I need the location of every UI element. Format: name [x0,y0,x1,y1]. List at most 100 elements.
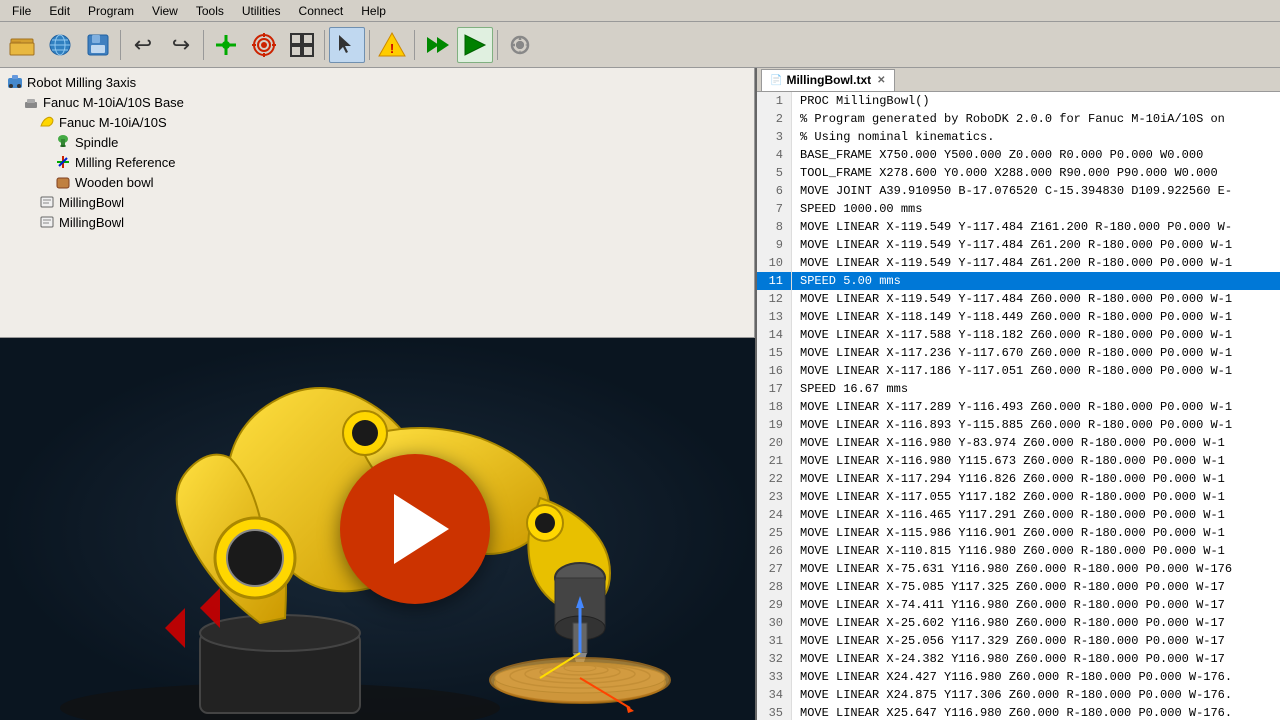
menu-connect[interactable]: Connect [291,3,352,19]
line-number-35: 35 [757,704,792,720]
code-line-8[interactable]: 8MOVE LINEAR X-119.549 Y-117.484 Z161.20… [757,218,1280,236]
globe-btn[interactable] [42,27,78,63]
code-line-21[interactable]: 21MOVE LINEAR X-116.980 Y115.673 Z60.000… [757,452,1280,470]
tab-bar: 📄 MillingBowl.txt ✕ [757,68,1280,92]
line-content-4: BASE_FRAME X750.000 Y500.000 Z0.000 R0.0… [792,146,1203,164]
menu-edit[interactable]: Edit [41,3,78,19]
line-content-22: MOVE LINEAR X-117.294 Y116.826 Z60.000 R… [792,470,1225,488]
code-line-33[interactable]: 33MOVE LINEAR X24.427 Y116.980 Z60.000 R… [757,668,1280,686]
code-line-12[interactable]: 12MOVE LINEAR X-119.549 Y-117.484 Z60.00… [757,290,1280,308]
code-line-26[interactable]: 26MOVE LINEAR X-110.815 Y116.980 Z60.000… [757,542,1280,560]
line-content-26: MOVE LINEAR X-110.815 Y116.980 Z60.000 R… [792,542,1225,560]
select-btn[interactable] [329,27,365,63]
sep-4 [369,30,370,60]
run-btn[interactable] [457,27,493,63]
left-panel: Robot Milling 3axis Fanuc M-10iA/10S Bas… [0,68,755,720]
tree-item-wooden-bowl[interactable]: Wooden bowl [4,172,750,192]
menu-view[interactable]: View [144,3,186,19]
milling-ref-icon [54,153,72,171]
code-line-23[interactable]: 23MOVE LINEAR X-117.055 Y117.182 Z60.000… [757,488,1280,506]
code-line-10[interactable]: 10MOVE LINEAR X-119.549 Y-117.484 Z61.20… [757,254,1280,272]
code-line-5[interactable]: 5TOOL_FRAME X278.600 Y0.000 X288.000 R90… [757,164,1280,182]
code-line-30[interactable]: 30MOVE LINEAR X-25.602 Y116.980 Z60.000 … [757,614,1280,632]
redo-btn[interactable]: ↪ [163,27,199,63]
code-line-35[interactable]: 35MOVE LINEAR X25.647 Y116.980 Z60.000 R… [757,704,1280,720]
tree-label-milling-ref: Milling Reference [75,155,175,170]
code-line-16[interactable]: 16MOVE LINEAR X-117.186 Y-117.051 Z60.00… [757,362,1280,380]
code-line-13[interactable]: 13MOVE LINEAR X-118.149 Y-118.449 Z60.00… [757,308,1280,326]
code-line-24[interactable]: 24MOVE LINEAR X-116.465 Y117.291 Z60.000… [757,506,1280,524]
code-line-20[interactable]: 20MOVE LINEAR X-116.980 Y-83.974 Z60.000… [757,434,1280,452]
line-content-18: MOVE LINEAR X-117.289 Y-116.493 Z60.000 … [792,398,1232,416]
undo-btn[interactable]: ↩ [125,27,161,63]
line-content-23: MOVE LINEAR X-117.055 Y117.182 Z60.000 R… [792,488,1225,506]
save-btn[interactable] [80,27,116,63]
line-content-3: % Using nominal kinematics. [792,128,994,146]
code-line-25[interactable]: 25MOVE LINEAR X-115.986 Y116.901 Z60.000… [757,524,1280,542]
code-line-17[interactable]: 17SPEED 16.67 mms [757,380,1280,398]
open-folder-btn[interactable] [4,27,40,63]
tree-item-millingbowl1[interactable]: MillingBowl [4,192,750,212]
line-content-32: MOVE LINEAR X-24.382 Y116.980 Z60.000 R-… [792,650,1225,668]
stop-btn[interactable]: ! [374,27,410,63]
menu-utilities[interactable]: Utilities [234,3,289,19]
menu-file[interactable]: File [4,3,39,19]
line-content-8: MOVE LINEAR X-119.549 Y-117.484 Z161.200… [792,218,1232,236]
fit-btn[interactable] [284,27,320,63]
code-line-27[interactable]: 27MOVE LINEAR X-75.631 Y116.980 Z60.000 … [757,560,1280,578]
settings-btn[interactable] [502,27,538,63]
code-tab[interactable]: 📄 MillingBowl.txt ✕ [761,69,895,91]
line-number-7: 7 [757,200,792,218]
code-line-7[interactable]: 7SPEED 1000.00 mms [757,200,1280,218]
line-content-17: SPEED 16.67 mms [792,380,908,398]
code-line-19[interactable]: 19MOVE LINEAR X-116.893 Y-115.885 Z60.00… [757,416,1280,434]
tree-item-fanuc-robot[interactable]: Fanuc M-10iA/10S [4,112,750,132]
tree-item-fanuc-base[interactable]: Fanuc M-10iA/10S Base [4,92,750,112]
sep-1 [120,30,121,60]
viewport-3d [0,338,755,720]
code-line-29[interactable]: 29MOVE LINEAR X-74.411 Y116.980 Z60.000 … [757,596,1280,614]
tab-file-icon: 📄 [770,75,782,86]
tab-close-btn[interactable]: ✕ [877,75,885,86]
menu-program[interactable]: Program [80,3,142,19]
code-line-9[interactable]: 9MOVE LINEAR X-119.549 Y-117.484 Z61.200… [757,236,1280,254]
code-line-28[interactable]: 28MOVE LINEAR X-75.085 Y117.325 Z60.000 … [757,578,1280,596]
line-content-28: MOVE LINEAR X-75.085 Y117.325 Z60.000 R-… [792,578,1225,596]
line-content-6: MOVE JOINT A39.910950 B-17.076520 C-15.3… [792,182,1232,200]
code-line-3[interactable]: 3% Using nominal kinematics. [757,128,1280,146]
code-line-1[interactable]: 1PROC MillingBowl() [757,92,1280,110]
tree-label-spindle: Spindle [75,135,118,150]
code-line-11[interactable]: 11SPEED 5.00 mms [757,272,1280,290]
tree-item-millingbowl2[interactable]: MillingBowl [4,212,750,232]
tree-item-spindle[interactable]: Spindle [4,132,750,152]
code-line-31[interactable]: 31MOVE LINEAR X-25.056 Y117.329 Z60.000 … [757,632,1280,650]
line-number-17: 17 [757,380,792,398]
code-line-2[interactable]: 2% Program generated by RoboDK 2.0.0 for… [757,110,1280,128]
line-content-33: MOVE LINEAR X24.427 Y116.980 Z60.000 R-1… [792,668,1232,686]
play-all-btn[interactable] [419,27,455,63]
code-line-32[interactable]: 32MOVE LINEAR X-24.382 Y116.980 Z60.000 … [757,650,1280,668]
line-number-19: 19 [757,416,792,434]
tree-item-robot-milling[interactable]: Robot Milling 3axis [4,72,750,92]
add-point-btn[interactable] [208,27,244,63]
tree-item-milling-ref[interactable]: Milling Reference [4,152,750,172]
line-number-34: 34 [757,686,792,704]
code-line-34[interactable]: 34MOVE LINEAR X24.875 Y117.306 Z60.000 R… [757,686,1280,704]
line-content-11: SPEED 5.00 mms [792,272,901,290]
play-button[interactable] [340,454,490,604]
menu-help[interactable]: Help [353,3,394,19]
line-content-1: PROC MillingBowl() [792,92,930,110]
code-line-22[interactable]: 22MOVE LINEAR X-117.294 Y116.826 Z60.000… [757,470,1280,488]
line-number-21: 21 [757,452,792,470]
target-btn[interactable] [246,27,282,63]
code-line-14[interactable]: 14MOVE LINEAR X-117.588 Y-118.182 Z60.00… [757,326,1280,344]
code-area[interactable]: 1PROC MillingBowl()2% Program generated … [757,92,1280,720]
code-line-18[interactable]: 18MOVE LINEAR X-117.289 Y-116.493 Z60.00… [757,398,1280,416]
line-content-7: SPEED 1000.00 mms [792,200,922,218]
code-line-6[interactable]: 6MOVE JOINT A39.910950 B-17.076520 C-15.… [757,182,1280,200]
menu-tools[interactable]: Tools [188,3,232,19]
line-number-14: 14 [757,326,792,344]
line-number-2: 2 [757,110,792,128]
code-line-15[interactable]: 15MOVE LINEAR X-117.236 Y-117.670 Z60.00… [757,344,1280,362]
code-line-4[interactable]: 4BASE_FRAME X750.000 Y500.000 Z0.000 R0.… [757,146,1280,164]
